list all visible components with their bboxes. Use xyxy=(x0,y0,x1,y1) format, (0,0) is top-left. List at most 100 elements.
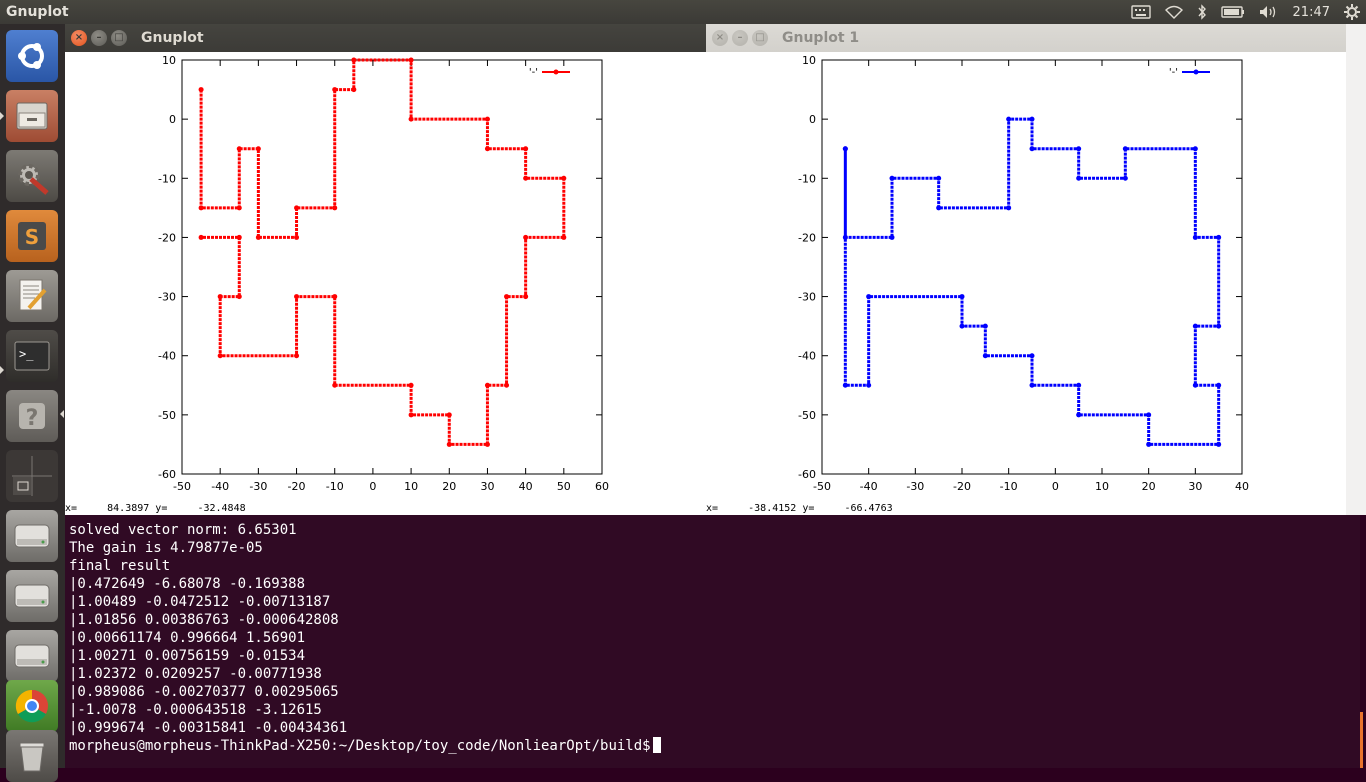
y-tick-label: 0 xyxy=(809,113,816,126)
window-edge-accent xyxy=(1360,712,1363,768)
series-point xyxy=(1192,323,1198,329)
window-title: Gnuplot xyxy=(141,30,204,46)
series-point xyxy=(217,294,223,300)
window-titlebar[interactable]: × – □ Gnuplot xyxy=(65,24,706,52)
series-point xyxy=(351,87,357,93)
settings-gear-icon[interactable] xyxy=(1344,4,1360,20)
y-tick-label: -30 xyxy=(158,291,176,304)
trash-icon[interactable] xyxy=(6,730,58,782)
x-tick-label: -40 xyxy=(211,480,229,493)
drive-icon[interactable] xyxy=(6,570,58,622)
series-point xyxy=(1029,353,1035,359)
series-point xyxy=(523,175,529,181)
series-point xyxy=(408,116,414,122)
workspace-switcher-icon[interactable] xyxy=(6,450,58,502)
ubuntu-logo-icon[interactable] xyxy=(6,30,58,82)
terminal-icon[interactable]: >_ xyxy=(6,330,58,382)
series-point xyxy=(1216,441,1222,447)
system-tray: 21:47 xyxy=(1130,0,1366,24)
chart-right[interactable]: -50 -40 -30 -20 -10 0 10 20 30 40 10 0 -10 -20 -30 -40 -… xyxy=(706,52,1346,502)
x-tick-label: -40 xyxy=(860,480,878,493)
series-point xyxy=(236,146,242,152)
system-settings-icon[interactable] xyxy=(6,150,58,202)
series-point xyxy=(504,294,510,300)
series-point xyxy=(294,205,300,211)
gnuplot-window-left[interactable]: × – □ Gnuplot -50 -40 -30 -20 -10 0 10 20 30 40 50… xyxy=(65,24,706,515)
terminal-window[interactable]: solved vector norm: 6.65301 The gain is … xyxy=(65,515,1360,768)
series-point xyxy=(351,57,357,63)
series-line xyxy=(843,117,1221,446)
chart-left[interactable]: -50 -40 -30 -20 -10 0 10 20 30 40 50 60 10 0 -10 -20 -30… xyxy=(65,52,706,502)
close-button[interactable]: × xyxy=(71,30,87,46)
wifi-icon[interactable] xyxy=(1164,5,1183,19)
series-point xyxy=(446,441,452,447)
series-point xyxy=(294,234,300,240)
y-tick-label: -20 xyxy=(798,231,816,244)
cursor-coordinates: x= 84.3897 y= -32.4848 xyxy=(65,503,246,514)
series-point xyxy=(866,294,872,300)
launcher: S >_ ? xyxy=(0,24,65,782)
series-point xyxy=(484,116,490,122)
help-icon[interactable]: ? xyxy=(6,390,58,442)
series-point xyxy=(1076,146,1082,152)
x-tick-label: -50 xyxy=(173,480,191,493)
series-point xyxy=(332,294,338,300)
x-tick-label: -20 xyxy=(953,480,971,493)
files-icon[interactable] xyxy=(6,90,58,142)
x-tick-label: 30 xyxy=(480,480,494,493)
text-editor-icon[interactable] xyxy=(6,270,58,322)
series-point xyxy=(1029,116,1035,122)
drive-icon[interactable] xyxy=(6,630,58,682)
maximize-button[interactable]: □ xyxy=(752,30,768,46)
y-tick-label: -10 xyxy=(158,172,176,185)
maximize-button[interactable]: □ xyxy=(111,30,127,46)
series-point xyxy=(484,441,490,447)
series-point xyxy=(523,234,529,240)
minimize-button[interactable]: – xyxy=(732,30,748,46)
y-tick-label: 10 xyxy=(802,54,816,67)
series-point xyxy=(959,294,965,300)
volume-icon[interactable] xyxy=(1259,5,1279,19)
top-panel: Gnuplot 21:47 xyxy=(0,0,1366,24)
sublime-text-icon[interactable]: S xyxy=(6,210,58,262)
series-point xyxy=(1076,382,1082,388)
series-point xyxy=(198,205,204,211)
x-tick-label: 20 xyxy=(442,480,456,493)
terminal-line: |0.999674 -0.00315841 -0.00434361 xyxy=(69,720,348,736)
svg-text:S: S xyxy=(25,225,39,249)
series-point xyxy=(936,205,942,211)
close-button[interactable]: × xyxy=(712,30,728,46)
series-point xyxy=(982,353,988,359)
terminal-prompt-line[interactable]: morpheus@morpheus-ThinkPad-X250:~/Deskto… xyxy=(69,737,1360,755)
minimize-button[interactable]: – xyxy=(91,30,107,46)
series-point xyxy=(1076,175,1082,181)
plot-area-right[interactable]: -50 -40 -30 -20 -10 0 10 20 30 40 10 0 -10 -20 -30 -40 -… xyxy=(706,52,1346,506)
window-titlebar[interactable]: × – □ Gnuplot 1 xyxy=(706,24,1346,52)
keyboard-icon[interactable] xyxy=(1130,5,1151,19)
series-point xyxy=(255,146,261,152)
series-point xyxy=(982,323,988,329)
battery-icon[interactable] xyxy=(1220,5,1245,19)
series-point xyxy=(332,205,338,211)
drive-icon[interactable] xyxy=(6,510,58,562)
series-point xyxy=(1216,234,1222,240)
terminal-line: |1.02372 0.0209257 -0.00771938 xyxy=(69,666,322,682)
x-tick-label: 10 xyxy=(404,480,418,493)
series-point xyxy=(332,87,338,93)
series-point xyxy=(866,382,872,388)
chrome-icon[interactable] xyxy=(6,680,58,732)
terminal-line: |1.00489 -0.0472512 -0.00713187 xyxy=(69,594,331,610)
series-point xyxy=(484,146,490,152)
plot-area-left[interactable]: -50 -40 -30 -20 -10 0 10 20 30 40 50 60 10 0 -10 -20 -30… xyxy=(65,52,706,506)
series-point xyxy=(1006,205,1012,211)
series-point xyxy=(889,234,895,240)
clock[interactable]: 21:47 xyxy=(1293,5,1330,20)
bluetooth-icon[interactable] xyxy=(1197,4,1207,20)
gnuplot-window-right[interactable]: × – □ Gnuplot 1 -50 -40 -30 -20 -10 0 10 20 30 40… xyxy=(706,24,1346,515)
series-point xyxy=(1216,382,1222,388)
cursor-coordinates: x= -38.4152 y= -66.4763 xyxy=(706,503,893,514)
series-point xyxy=(936,175,942,181)
x-tick-label: 10 xyxy=(1095,480,1109,493)
series-point xyxy=(408,382,414,388)
series-point xyxy=(446,412,452,418)
